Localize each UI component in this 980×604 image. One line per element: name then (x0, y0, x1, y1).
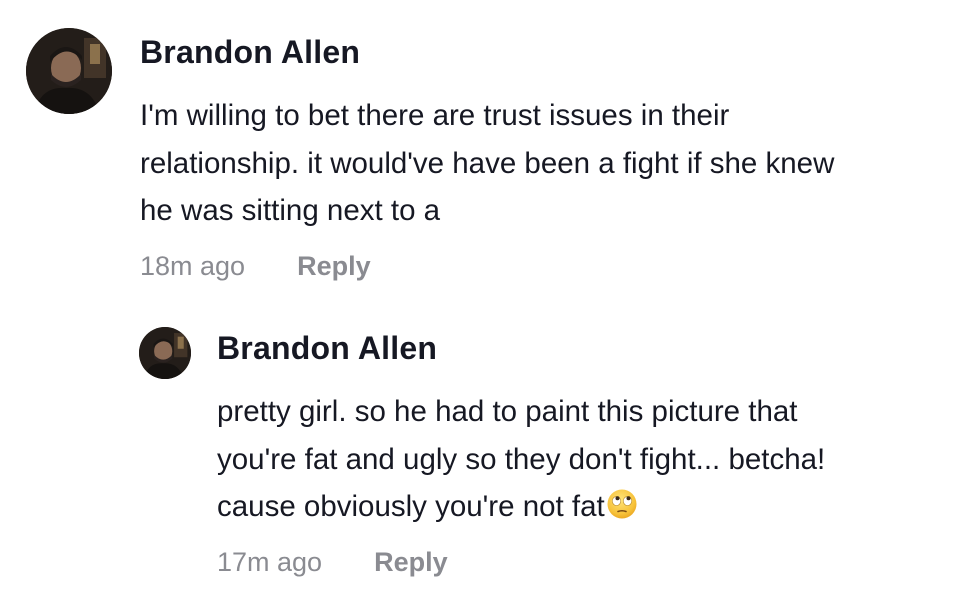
comment-text-line: relationship. it would've have been a fi… (140, 146, 835, 180)
comment-text: I'm willing to bet there are trust issue… (140, 92, 960, 235)
comment-text-line: you're fat and ugly so they don't fight.… (217, 442, 826, 476)
comment-timestamp: 18m ago (140, 251, 246, 281)
comment-meta: 17m ago Reply (217, 547, 448, 578)
rolling-eyes-emoji-icon (606, 487, 638, 519)
comment-text: pretty girl. so he had to paint this pic… (217, 388, 957, 531)
comment-text-line: I'm willing to bet there are trust issue… (140, 99, 730, 132)
comment-text-line: pretty girl. so he had to paint this pic… (217, 395, 798, 428)
comment-text-segment: cause obviously you're not fat (217, 490, 605, 523)
comment-timestamp: 17m ago (217, 547, 323, 577)
avatar-image (139, 327, 191, 379)
avatar[interactable] (26, 28, 112, 114)
avatar[interactable] (139, 327, 191, 379)
reply-button[interactable]: Reply (374, 547, 448, 578)
comment-author[interactable]: Brandon Allen (217, 330, 437, 367)
reply-button[interactable]: Reply (297, 251, 371, 282)
comment-text-line: he was sitting next to a (140, 194, 441, 227)
avatar-image (26, 28, 112, 114)
comment-text-line: cause obviously you're not fat (217, 483, 957, 531)
comment-author[interactable]: Brandon Allen (140, 34, 360, 71)
comment-meta: 18m ago Reply (140, 251, 371, 282)
